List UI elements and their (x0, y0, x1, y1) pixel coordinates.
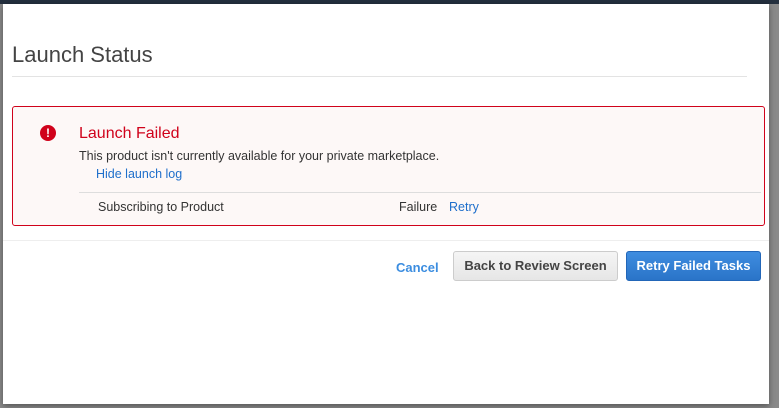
log-task-name: Subscribing to Product (98, 200, 224, 214)
divider (79, 192, 761, 193)
exclamation-circle-icon: ! (40, 125, 56, 141)
modal-title: Launch Status (12, 42, 153, 67)
launch-status-modal: Launch Status ! Launch Failed This produ… (3, 4, 769, 404)
retry-task-link[interactable]: Retry (449, 200, 479, 214)
back-to-review-button[interactable]: Back to Review Screen (453, 251, 618, 281)
alert-title: Launch Failed (79, 125, 180, 142)
log-task-status: Failure (399, 200, 438, 214)
cancel-button[interactable]: Cancel (396, 260, 439, 275)
alert-message: This product isn't currently available f… (79, 149, 440, 163)
divider (12, 76, 747, 77)
retry-failed-tasks-button[interactable]: Retry Failed Tasks (626, 251, 761, 281)
divider (3, 240, 769, 241)
hide-launch-log-link[interactable]: Hide launch log (96, 167, 182, 181)
error-alert: ! Launch Failed This product isn't curre… (12, 106, 765, 226)
